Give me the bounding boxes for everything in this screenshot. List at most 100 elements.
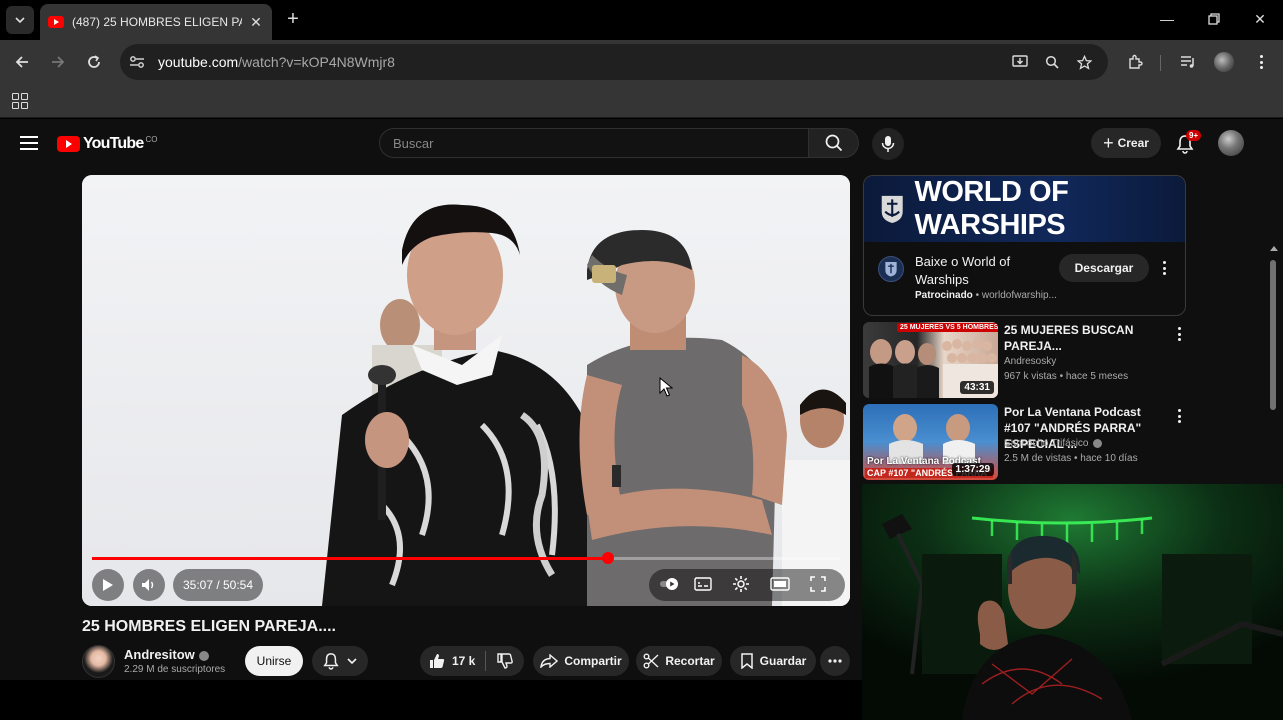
youtube-logo[interactable]: YouTube CO bbox=[57, 134, 157, 154]
channel-name[interactable]: Andresosky bbox=[1004, 356, 1056, 367]
ad-download-button[interactable]: Descargar bbox=[1059, 254, 1149, 282]
mouse-cursor-icon bbox=[659, 377, 673, 397]
scroll-up-arrow-icon[interactable] bbox=[1270, 246, 1278, 251]
new-tab-button[interactable]: + bbox=[282, 8, 304, 30]
create-button[interactable]: + Crear bbox=[1091, 128, 1161, 158]
save-button[interactable]: Guardar bbox=[730, 646, 816, 676]
ad-more-icon[interactable] bbox=[1156, 259, 1172, 277]
youtube-play-logo-icon bbox=[57, 136, 80, 152]
time-display: 35:07 / 50:54 bbox=[173, 569, 263, 601]
channel-name-row[interactable]: Sancocho Trifásico bbox=[1004, 438, 1102, 449]
close-tab-icon[interactable]: ✕ bbox=[248, 14, 264, 30]
close-window-icon[interactable]: ✕ bbox=[1249, 8, 1271, 30]
search-box bbox=[379, 128, 809, 158]
browser-tab-active[interactable]: (487) 25 HOMBRES ELIGEN PAREJA.... ✕ bbox=[40, 4, 272, 40]
thumbs-up-icon bbox=[430, 654, 445, 668]
like-button[interactable]: 17 k bbox=[428, 652, 475, 670]
extensions-icon[interactable] bbox=[1124, 51, 1146, 73]
youtube-favicon-icon bbox=[48, 16, 64, 28]
scroll-thumb[interactable] bbox=[1270, 260, 1276, 410]
account-avatar[interactable] bbox=[1218, 130, 1244, 156]
thumbs-down-icon bbox=[497, 653, 513, 669]
notification-count-badge: 9+ bbox=[1186, 130, 1202, 141]
ad-banner[interactable]: WORLD OF WARSHIPS bbox=[864, 176, 1185, 242]
video-title[interactable]: 25 MUJERES BUSCAN PAREJA... bbox=[1004, 322, 1169, 354]
more-options-icon[interactable] bbox=[1171, 407, 1187, 425]
restore-icon[interactable] bbox=[1203, 8, 1225, 30]
subscriber-count: 2.29 M de suscriptores bbox=[124, 664, 226, 675]
forward-arrow-icon[interactable] bbox=[47, 51, 69, 73]
verified-check-icon bbox=[1092, 438, 1102, 448]
tab-search-button[interactable] bbox=[6, 6, 34, 34]
settings-gear-icon[interactable] bbox=[730, 573, 752, 595]
ad-meta: Patrocinado • worldofwarship... bbox=[915, 290, 1057, 301]
site-info-icon[interactable] bbox=[124, 49, 150, 75]
ad-domain: worldofwarship... bbox=[981, 290, 1057, 301]
install-app-icon[interactable] bbox=[1010, 52, 1030, 72]
reload-icon[interactable] bbox=[83, 51, 105, 73]
zoom-icon[interactable] bbox=[1042, 52, 1062, 72]
country-code: CO bbox=[145, 134, 158, 144]
chrome-menu-icon[interactable] bbox=[1250, 51, 1272, 73]
list-item[interactable]: Por La Ventana Podcast CAP #107 "ANDRÉS … bbox=[863, 404, 1193, 480]
share-label: Compartir bbox=[564, 654, 622, 668]
verified-check-icon bbox=[198, 650, 209, 661]
ad-title[interactable]: Baixe o World of Warships bbox=[915, 253, 1055, 289]
channel-name[interactable]: Andresitow bbox=[124, 647, 195, 662]
search-input[interactable] bbox=[393, 135, 808, 151]
media-control-icon[interactable] bbox=[1177, 51, 1199, 73]
menu-icon[interactable] bbox=[20, 136, 38, 150]
voice-search-button[interactable] bbox=[872, 128, 904, 160]
bookmarks-bar bbox=[0, 84, 1283, 118]
list-item[interactable]: 25 MUJERES VS 5 HOMBRES 43:31 25 MUJERES… bbox=[863, 322, 1193, 398]
share-arrow-icon bbox=[540, 654, 559, 668]
fullscreen-icon[interactable] bbox=[807, 573, 829, 595]
apps-grid-icon[interactable] bbox=[12, 93, 28, 109]
create-label: Crear bbox=[1117, 136, 1149, 150]
dislike-button[interactable] bbox=[494, 651, 516, 671]
play-button[interactable] bbox=[92, 569, 124, 601]
more-horizontal-icon bbox=[828, 659, 842, 663]
video-scene-illustration bbox=[322, 204, 850, 606]
tab-title: (487) 25 HOMBRES ELIGEN PAREJA.... bbox=[72, 15, 242, 29]
subtitles-icon[interactable] bbox=[692, 573, 714, 595]
share-button[interactable]: Compartir bbox=[533, 646, 629, 676]
ad-banner-text: WORLD OF WARSHIPS bbox=[914, 176, 1069, 241]
more-options-icon[interactable] bbox=[1171, 325, 1187, 343]
volume-icon bbox=[142, 579, 154, 591]
video-player[interactable]: 35:07 / 50:54 bbox=[82, 175, 850, 606]
video-duration: 1:37:29 bbox=[951, 463, 994, 476]
advertiser-icon bbox=[878, 256, 904, 282]
profile-avatar-icon[interactable] bbox=[1213, 51, 1235, 73]
url-host: youtube.com bbox=[158, 54, 239, 70]
progress-bar[interactable] bbox=[92, 552, 840, 564]
minimize-icon[interactable]: — bbox=[1156, 8, 1178, 30]
channel-name[interactable]: Sancocho Trifásico bbox=[1004, 438, 1089, 449]
subscription-bell-button[interactable] bbox=[312, 646, 368, 676]
theater-mode-icon[interactable] bbox=[769, 573, 791, 595]
join-button[interactable]: Unirse bbox=[245, 646, 303, 676]
progress-scrubber[interactable] bbox=[602, 552, 614, 564]
video-title: 25 HOMBRES ELIGEN PAREJA.... bbox=[82, 618, 336, 635]
clip-button[interactable]: Recortar bbox=[636, 646, 722, 676]
autoplay-toggle-icon[interactable] bbox=[658, 573, 680, 595]
microphone-icon bbox=[881, 136, 895, 152]
address-bar[interactable]: youtube.com/watch?v=kOP4N8Wmjr8 bbox=[120, 44, 1108, 80]
video-thumbnail[interactable]: 25 MUJERES VS 5 HOMBRES 43:31 bbox=[863, 322, 998, 398]
sponsored-ad-card[interactable]: WORLD OF WARSHIPS Baixe o World of Warsh… bbox=[863, 175, 1186, 316]
progress-fill bbox=[92, 557, 608, 560]
bookmark-star-icon[interactable] bbox=[1074, 52, 1094, 72]
url-text: youtube.com/watch?v=kOP4N8Wmjr8 bbox=[158, 54, 395, 70]
sponsored-label: Patrocinado bbox=[915, 290, 973, 301]
back-arrow-icon[interactable] bbox=[11, 51, 33, 73]
video-meta: 2.5 M de vistas • hace 10 días bbox=[1004, 453, 1138, 464]
chevron-down-icon bbox=[347, 658, 357, 664]
more-actions-button[interactable] bbox=[820, 646, 850, 676]
channel-name-row[interactable]: Andresitow bbox=[124, 647, 209, 662]
volume-button[interactable] bbox=[133, 569, 165, 601]
url-path: /watch?v=kOP4N8Wmjr8 bbox=[238, 54, 395, 70]
search-button[interactable] bbox=[809, 128, 859, 158]
scissors-icon bbox=[643, 653, 659, 669]
video-thumbnail[interactable]: Por La Ventana Podcast CAP #107 "ANDRÉS … bbox=[863, 404, 998, 480]
channel-avatar[interactable] bbox=[82, 645, 115, 678]
